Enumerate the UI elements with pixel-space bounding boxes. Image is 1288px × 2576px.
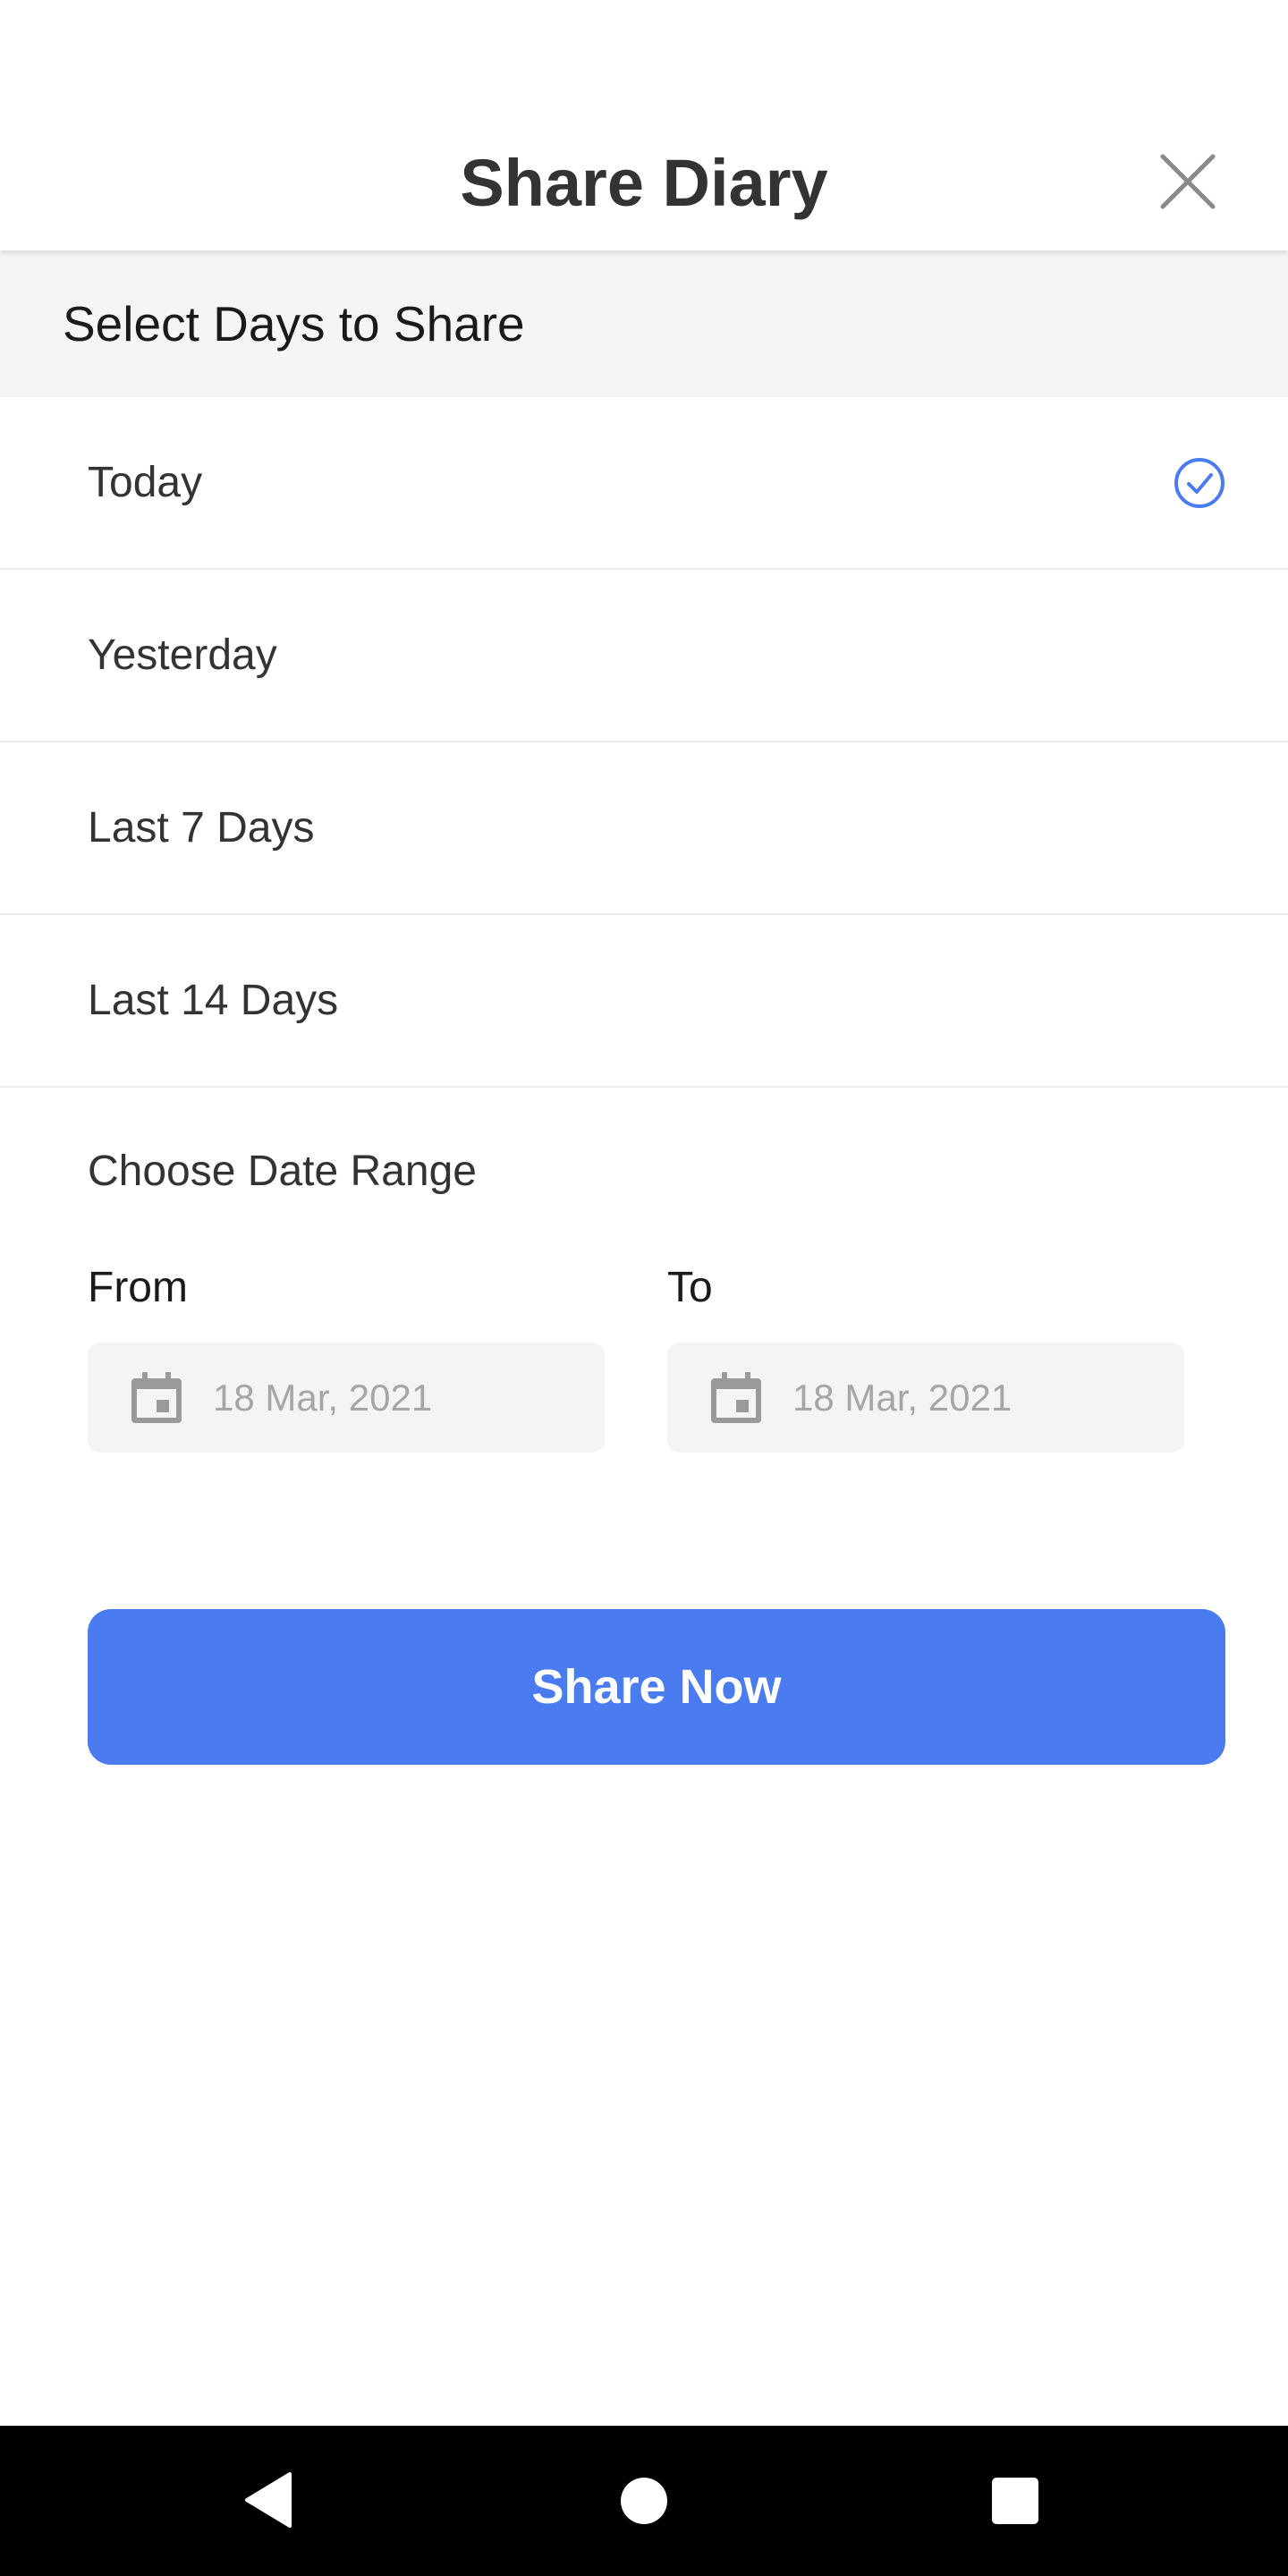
section-header: Select Days to Share: [0, 250, 1288, 397]
to-date-field[interactable]: 18 Mar, 2021: [667, 1343, 1184, 1453]
to-date-value: 18 Mar, 2021: [792, 1377, 1013, 1419]
calendar-icon: [708, 1369, 765, 1427]
option-label: Yesterday: [88, 631, 277, 679]
checkmark-circle-icon: [1174, 457, 1225, 509]
option-yesterday[interactable]: Yesterday: [0, 570, 1288, 742]
share-diary-screen: Share Diary Select Days to Share Today Y…: [0, 0, 1288, 2576]
choose-date-range-label[interactable]: Choose Date Range: [88, 1136, 477, 1208]
system-nav-bar: [0, 2426, 1288, 2576]
from-date-value: 18 Mar, 2021: [213, 1377, 433, 1419]
recents-icon[interactable]: [992, 2478, 1038, 2524]
option-label: Today: [88, 459, 203, 506]
close-button[interactable]: [1154, 148, 1222, 216]
option-label: Last 14 Days: [88, 977, 339, 1024]
option-today[interactable]: Today: [0, 397, 1288, 570]
from-label: From: [88, 1264, 188, 1311]
option-last-14-days[interactable]: Last 14 Days: [0, 915, 1288, 1088]
share-now-button[interactable]: Share Now: [88, 1609, 1225, 1765]
calendar-icon: [128, 1369, 185, 1427]
close-icon: [1160, 154, 1216, 209]
option-last-7-days[interactable]: Last 7 Days: [0, 742, 1288, 915]
home-icon[interactable]: [621, 2478, 667, 2524]
section-title: Select Days to Share: [63, 296, 525, 352]
back-icon[interactable]: [243, 2470, 293, 2529]
from-date-field[interactable]: 18 Mar, 2021: [88, 1343, 605, 1453]
to-label: To: [667, 1264, 713, 1311]
page-title: Share Diary: [460, 146, 828, 220]
day-options-list: Today Yesterday Last 7 Days Last 14 Days: [0, 397, 1288, 1088]
header: Share Diary: [0, 0, 1288, 250]
option-label: Last 7 Days: [88, 804, 315, 852]
